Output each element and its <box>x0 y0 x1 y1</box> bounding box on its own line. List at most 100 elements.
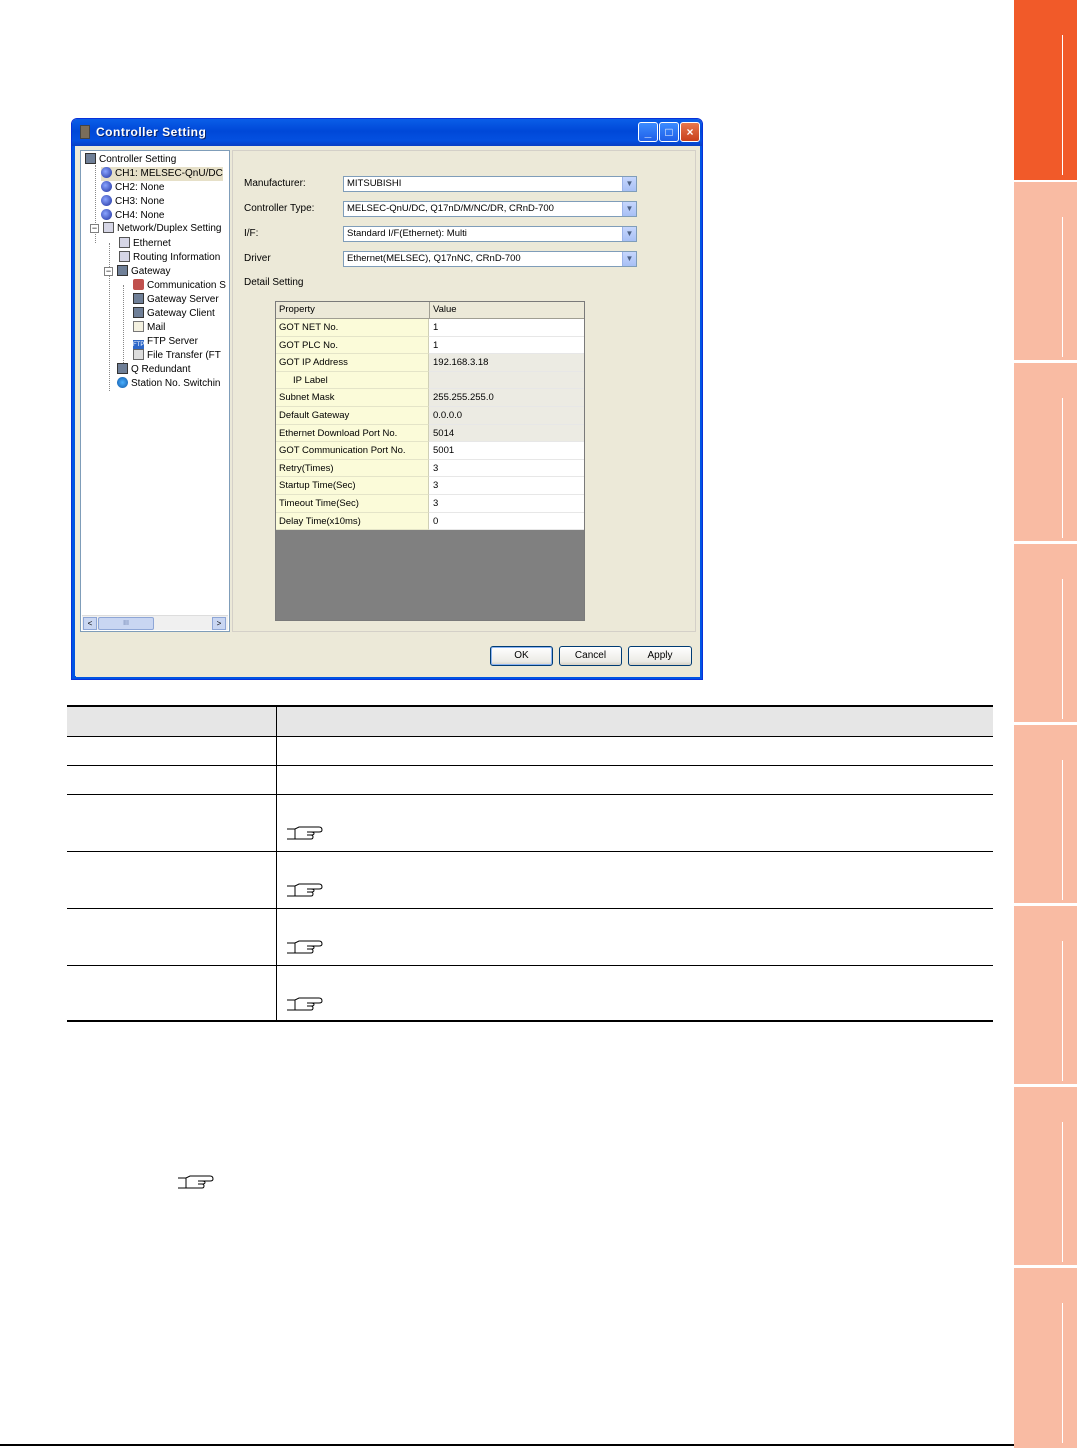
app-icon <box>80 125 90 139</box>
network-expander[interactable]: − <box>90 224 99 233</box>
value-cell[interactable]: 0.0.0.0 <box>429 407 584 425</box>
tree-item-q-redundant[interactable]: Q Redundant <box>117 363 191 377</box>
gateway-icon <box>117 265 128 276</box>
tree-item-ethernet[interactable]: Ethernet <box>119 237 171 251</box>
property-cell: Timeout Time(Sec) <box>276 495 429 513</box>
tree-horizontal-scrollbar[interactable]: < III > <box>82 615 228 630</box>
tree-item-ch2[interactable]: CH2: None <box>101 181 164 195</box>
reference-pointer-icon <box>285 997 325 1013</box>
chapter-tab-7 <box>1014 1087 1077 1265</box>
scroll-left-button[interactable]: < <box>83 617 97 630</box>
window-body: Controller Setting CH1: MELSEC-QnU/DC CH… <box>76 146 700 677</box>
value-cell[interactable]: 3 <box>429 495 584 513</box>
property-cell: GOT IP Address <box>276 354 429 372</box>
grid-row[interactable]: GOT IP Address 192.168.3.18 <box>276 354 584 372</box>
controller-icon <box>85 153 96 164</box>
controller-type-select[interactable]: MELSEC-QnU/DC, Q17nD/M/NC/DR, CRnD-700 ▼ <box>343 201 637 217</box>
ch2-icon <box>101 181 112 192</box>
chevron-down-icon[interactable]: ▼ <box>622 177 636 191</box>
title-bar[interactable]: Controller Setting _ □ × <box>72 119 702 146</box>
mail-icon <box>133 321 144 332</box>
value-cell[interactable]: 5001 <box>429 442 584 460</box>
grid-row[interactable]: GOT PLC No. 1 <box>276 336 584 355</box>
scroll-thumb[interactable]: III <box>98 617 154 630</box>
value-column-header: Value <box>433 304 457 315</box>
window-title: Controller Setting <box>96 125 207 139</box>
tree-item-ch1[interactable]: CH1: MELSEC-QnU/DC <box>101 167 223 181</box>
table-row <box>67 909 993 966</box>
value-cell[interactable]: 3 <box>429 459 584 478</box>
reference-pointer-icon <box>176 1175 216 1191</box>
property-column-header: Property <box>279 304 315 315</box>
value-cell[interactable]: 192.168.3.18 <box>429 354 584 372</box>
grid-row[interactable]: Retry(Times) 3 <box>276 459 584 478</box>
routing-icon <box>119 251 130 262</box>
value-cell[interactable]: 1 <box>429 336 584 355</box>
controller-setting-window: Controller Setting _ □ × Controller Sett… <box>71 118 703 680</box>
chapter-tab-1 <box>1014 0 1077 180</box>
minimize-button[interactable]: _ <box>638 122 658 142</box>
value-cell[interactable]: 255.255.255.0 <box>429 389 584 407</box>
settings-tree[interactable]: Controller Setting CH1: MELSEC-QnU/DC CH… <box>80 150 230 632</box>
tree-item-network-duplex[interactable]: Network/Duplex Setting <box>103 222 222 236</box>
grid-row[interactable]: Subnet Mask 255.255.255.0 <box>276 389 584 407</box>
chapter-tab-3 <box>1014 363 1077 541</box>
value-cell[interactable]: 1 <box>429 319 584 337</box>
chevron-down-icon[interactable]: ▼ <box>622 227 636 241</box>
scroll-right-button[interactable]: > <box>212 617 226 630</box>
if-select[interactable]: Standard I/F(Ethernet): Multi ▼ <box>343 226 637 242</box>
grid-row[interactable]: Timeout Time(Sec) 3 <box>276 495 584 513</box>
gateway-client-icon <box>133 307 144 318</box>
chevron-down-icon[interactable]: ▼ <box>622 202 636 216</box>
grid-row[interactable]: GOT NET No. 1 <box>276 319 584 337</box>
chapter-tab-8 <box>1014 1268 1077 1448</box>
tree-item-ch3[interactable]: CH3: None <box>101 195 164 209</box>
grid-row[interactable]: IP Label <box>276 371 584 390</box>
manufacturer-select[interactable]: MITSUBISHI ▼ <box>343 176 637 192</box>
table-row <box>67 852 993 909</box>
communication-icon <box>133 279 144 290</box>
value-cell[interactable]: 5014 <box>429 424 584 443</box>
property-cell: Retry(Times) <box>276 459 429 478</box>
grid-row[interactable]: GOT Communication Port No. 5001 <box>276 442 584 460</box>
tree-item-file-transfer[interactable]: File Transfer (FT <box>133 349 221 363</box>
station-switch-icon <box>117 377 128 388</box>
detail-setting-label: Detail Setting <box>244 277 304 288</box>
tree-item-gateway-client[interactable]: Gateway Client <box>133 307 215 321</box>
if-label: I/F: <box>244 228 259 239</box>
ok-button[interactable]: OK <box>490 646 553 666</box>
driver-label: Driver <box>244 253 271 264</box>
tree-item-routing[interactable]: Routing Information <box>119 251 220 265</box>
tree-item-station-switch[interactable]: Station No. Switchin <box>117 377 221 391</box>
maximize-button[interactable]: □ <box>659 122 679 142</box>
reference-pointer-icon <box>285 940 325 956</box>
grid-row[interactable]: Default Gateway 0.0.0.0 <box>276 407 584 425</box>
tree-item-mail[interactable]: Mail <box>133 321 165 335</box>
ch4-icon <box>101 209 112 220</box>
chevron-down-icon[interactable]: ▼ <box>622 252 636 266</box>
column-divider <box>276 705 277 1022</box>
driver-select[interactable]: Ethernet(MELSEC), Q17nNC, CRnD-700 ▼ <box>343 251 637 267</box>
gateway-expander[interactable]: − <box>104 267 113 276</box>
tree-item-gateway-server[interactable]: Gateway Server <box>133 293 219 307</box>
tree-item-controller-setting[interactable]: Controller Setting <box>85 153 176 167</box>
property-cell: GOT NET No. <box>276 319 429 337</box>
tree-item-ftp-server[interactable]: FTP FTP Server <box>133 335 198 351</box>
reference-pointer-icon <box>285 883 325 899</box>
value-cell[interactable] <box>429 371 584 390</box>
tree-item-ch4[interactable]: CH4: None <box>101 209 164 223</box>
value-cell[interactable]: 3 <box>429 477 584 495</box>
tree-item-gateway[interactable]: Gateway <box>117 265 170 279</box>
cancel-button[interactable]: Cancel <box>559 646 622 666</box>
value-cell[interactable]: 0 <box>429 512 584 531</box>
property-cell: Startup Time(Sec) <box>276 477 429 495</box>
detail-setting-grid[interactable]: Property Value GOT NET No. 1 GOT PLC No. 1 G… <box>275 301 585 621</box>
grid-row[interactable]: Ethernet Download Port No. 5014 <box>276 424 584 443</box>
grid-row[interactable]: Startup Time(Sec) 3 <box>276 477 584 495</box>
apply-button[interactable]: Apply <box>628 646 692 666</box>
footer-rule <box>0 1444 1014 1446</box>
chapter-tab-4 <box>1014 544 1077 722</box>
close-button[interactable]: × <box>680 122 700 142</box>
tree-item-communication[interactable]: Communication S <box>133 279 226 293</box>
grid-row[interactable]: Delay Time(x10ms) 0 <box>276 512 584 531</box>
